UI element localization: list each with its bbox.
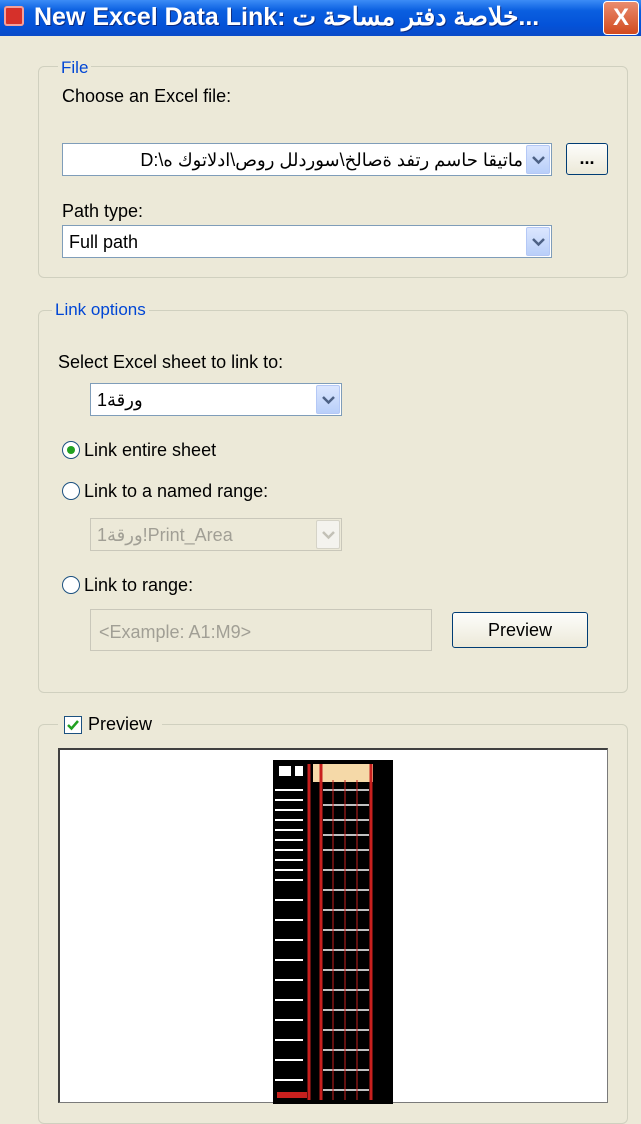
chevron-down-icon (322, 396, 335, 405)
path-type-combo[interactable]: Full path (62, 225, 552, 258)
range-input-placeholder: <Example: A1:M9> (99, 622, 252, 642)
named-range-dropdown-button[interactable] (316, 520, 340, 549)
named-range-combo[interactable]: ورقة1!Print_Area (90, 518, 342, 551)
browse-button[interactable]: ... (566, 143, 608, 175)
close-button[interactable]: X (603, 1, 639, 35)
file-path-value: D:\ماتيقا حاسم رتفد ةصالخ\سوردلل روص\ادل… (140, 150, 523, 170)
link-options-legend: Link options (52, 300, 149, 320)
link-range-radio[interactable] (62, 576, 80, 594)
path-type-label: Path type: (62, 201, 144, 221)
range-input[interactable]: <Example: A1:M9> (90, 609, 432, 651)
chevron-down-icon (532, 156, 545, 165)
file-path-dropdown-button[interactable] (526, 145, 550, 174)
link-named-range-radio[interactable] (62, 482, 80, 500)
chevron-down-icon (322, 531, 335, 540)
choose-file-label: Choose an Excel file: (62, 86, 232, 106)
chevron-down-icon (532, 238, 545, 247)
sheet-value: ورقة1 (97, 390, 143, 410)
link-named-range-label[interactable]: Link to a named range: (84, 481, 268, 502)
select-sheet-label: Select Excel sheet to link to: (58, 352, 284, 372)
sheet-dropdown-button[interactable] (316, 385, 340, 414)
preview-button[interactable]: Preview (452, 612, 588, 648)
named-range-value: ورقة1!Print_Area (97, 525, 233, 545)
autocad-app-icon (4, 6, 24, 26)
link-entire-sheet-label[interactable]: Link entire sheet (84, 440, 216, 461)
file-path-combo[interactable]: D:\ماتيقا حاسم رتفد ةصالخ\سوردلل روص\ادل… (62, 143, 552, 176)
window-title: New Excel Data Link: خلاصة دفتر مساحة ت.… (34, 3, 540, 31)
preview-checkbox[interactable] (64, 716, 82, 734)
title-bar[interactable]: New Excel Data Link: خلاصة دفتر مساحة ت.… (0, 0, 641, 36)
preview-checkbox-label[interactable]: Preview (88, 714, 152, 735)
sheet-thumbnail (273, 760, 393, 1104)
preview-button-label: Preview (487, 620, 553, 640)
preview-pane (58, 748, 608, 1104)
link-range-label[interactable]: Link to range: (84, 575, 193, 596)
path-type-dropdown-button[interactable] (526, 227, 550, 256)
checkmark-icon (67, 720, 79, 731)
browse-button-label: ... (579, 148, 595, 168)
sheet-combo[interactable]: ورقة1 (90, 383, 342, 416)
path-type-value: Full path (69, 232, 139, 252)
link-entire-sheet-radio[interactable] (62, 441, 80, 459)
file-group-legend: File (58, 58, 92, 78)
